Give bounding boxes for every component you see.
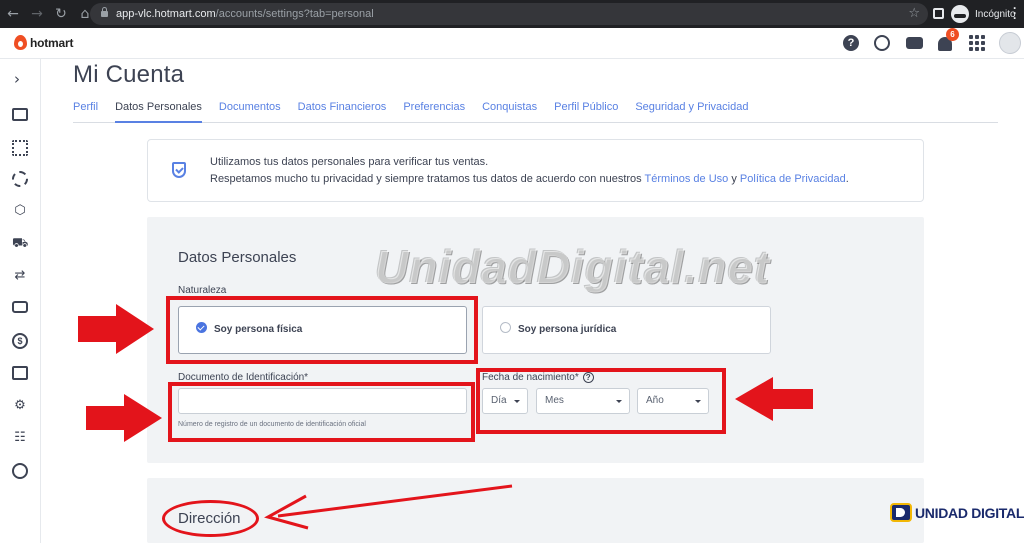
tab-documentos[interactable]: Documentos	[219, 99, 281, 123]
info-line-1: Utilizamos tus datos personales para ver…	[210, 156, 489, 168]
privacy-policy-link[interactable]: Política de Privacidad	[740, 173, 846, 185]
annotation-box-document	[168, 382, 475, 442]
incognito-indicator[interactable]: Incógnito	[951, 5, 1016, 23]
brand-name: UNIDAD DIGITAL	[915, 504, 1024, 521]
logo-text: hotmart	[30, 35, 74, 50]
incognito-icon	[951, 5, 969, 23]
expand-sidebar-icon[interactable]: ›	[14, 71, 30, 87]
info-line-2-text: Respetamos mucho tu privacidad y siempre…	[210, 173, 645, 185]
sync-icon[interactable]: ⇄	[12, 268, 28, 284]
avatar[interactable]	[999, 32, 1021, 54]
incognito-label: Incógnito	[975, 8, 1016, 20]
radio-unchecked-icon	[500, 322, 511, 333]
naturaleza-label: Naturaleza	[178, 285, 227, 296]
brand-watermark: UNIDAD DIGITAL®	[890, 503, 1024, 522]
browser-menu-icon[interactable]: · · ·	[1013, 2, 1017, 24]
tab-search-icon[interactable]	[933, 8, 944, 19]
back-arrow-icon[interactable]: ←	[2, 3, 24, 25]
settings-tabs: Perfil Datos Personales Documentos Datos…	[73, 99, 998, 123]
info-line-2: Respetamos mucho tu privacidad y siempre…	[210, 173, 849, 185]
growth-icon[interactable]	[12, 463, 28, 479]
box-icon[interactable]: ⬡	[12, 203, 28, 219]
tab-perfil-publico[interactable]: Perfil Público	[554, 99, 618, 123]
watermark-text: UnidadDigital.net	[375, 241, 771, 293]
annotation-arrow-right-2	[86, 394, 162, 442]
apps-grid-icon[interactable]	[969, 35, 985, 51]
dollar-icon[interactable]: $	[12, 333, 28, 349]
tab-datos-financieros[interactable]: Datos Financieros	[298, 99, 387, 123]
url-host: app-vlc.hotmart.com	[116, 8, 216, 20]
sidebar: › ⬡ ⛟ ⇄ $ ⚙ ☷	[0, 59, 41, 543]
radio-persona-juridica[interactable]: Soy persona jurídica	[482, 306, 771, 354]
flame-logo-icon	[14, 35, 27, 50]
terms-link[interactable]: Términos de Uso	[645, 173, 729, 185]
url-path: /accounts/settings?tab=personal	[215, 8, 374, 20]
dashboard-icon[interactable]	[12, 108, 28, 121]
lock-icon	[101, 7, 108, 17]
annotation-box-birthdate	[476, 368, 726, 434]
tab-conquistas[interactable]: Conquistas	[482, 99, 537, 123]
info-suffix: .	[845, 173, 849, 185]
tab-seguridad-privacidad[interactable]: Seguridad y Privacidad	[635, 99, 748, 123]
radio-label-juridica: Soy persona jurídica	[518, 324, 617, 335]
brand-logo-icon	[890, 503, 912, 522]
info-conj: y	[728, 173, 740, 185]
annotation-arrow-left	[735, 377, 813, 421]
annotation-arrow-right-1	[78, 304, 154, 354]
cart-icon[interactable]: ⛟	[12, 236, 28, 252]
shield-icon	[172, 162, 186, 178]
forward-arrow-icon[interactable]: →	[26, 3, 48, 25]
smile-icon[interactable]	[874, 35, 890, 51]
browser-toolbar: ← → ↻ ⌂ app-vlc.hotmart.com/accounts/set…	[0, 0, 1024, 28]
privacy-info-card: Utilizamos tus datos personales para ver…	[147, 139, 924, 202]
tab-datos-personales[interactable]: Datos Personales	[115, 99, 202, 123]
tab-preferencias[interactable]: Preferencias	[403, 99, 465, 123]
notification-badge: 6	[946, 28, 959, 41]
annotation-ellipse-direccion	[162, 500, 259, 537]
bar-chart-icon[interactable]	[12, 366, 28, 380]
tab-perfil[interactable]: Perfil	[73, 99, 98, 123]
address-bar[interactable]: app-vlc.hotmart.com/accounts/settings?ta…	[90, 3, 928, 25]
help-icon[interactable]: ?	[843, 35, 859, 51]
reload-icon[interactable]: ↻	[50, 3, 72, 25]
users-icon[interactable]: ☷	[12, 430, 28, 446]
gear-icon[interactable]: ⚙	[12, 398, 28, 414]
chat-icon[interactable]	[906, 37, 923, 49]
page-title: Mi Cuenta	[73, 61, 185, 88]
annotation-arrow-line	[264, 484, 513, 530]
annotation-box-naturaleza	[166, 296, 478, 364]
table-icon[interactable]	[12, 140, 28, 156]
app-header: hotmart ? 6	[0, 28, 1024, 59]
messages-icon[interactable]	[12, 301, 28, 313]
brand-text: UNIDAD DIGITAL®	[915, 505, 1024, 521]
analytics-icon[interactable]	[12, 171, 28, 187]
bookmark-star-icon[interactable]: ☆	[908, 6, 920, 21]
hotmart-logo[interactable]: hotmart	[14, 35, 73, 50]
section-title: Datos Personales	[178, 249, 297, 266]
